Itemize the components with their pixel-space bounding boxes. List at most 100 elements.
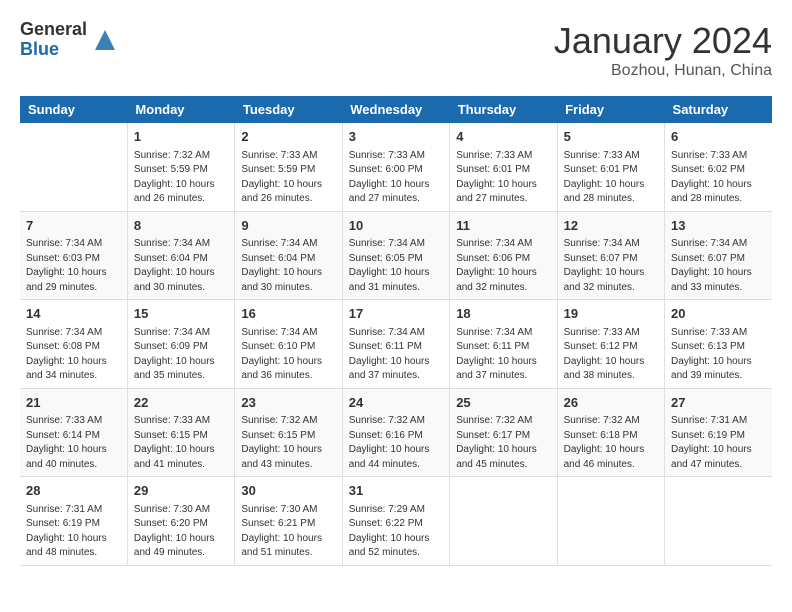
calendar-cell: 22Sunrise: 7:33 AM Sunset: 6:15 PM Dayli… (127, 388, 234, 477)
cell-content: Sunrise: 7:29 AM Sunset: 6:22 PM Dayligh… (349, 503, 443, 561)
day-number: 4 (456, 127, 550, 147)
calendar-cell: 5Sunrise: 7:33 AM Sunset: 6:01 PM Daylig… (557, 123, 664, 211)
calendar-cell (450, 477, 557, 566)
cell-content: Sunrise: 7:31 AM Sunset: 6:19 PM Dayligh… (26, 503, 121, 561)
calendar-cell: 14Sunrise: 7:34 AM Sunset: 6:08 PM Dayli… (20, 300, 127, 389)
day-number: 1 (134, 127, 228, 147)
day-of-week-header: Sunday (20, 96, 127, 123)
calendar-cell: 31Sunrise: 7:29 AM Sunset: 6:22 PM Dayli… (342, 477, 449, 566)
day-number: 29 (134, 481, 228, 501)
calendar-header-row: SundayMondayTuesdayWednesdayThursdayFrid… (20, 96, 772, 123)
day-number: 23 (241, 393, 335, 413)
calendar-cell: 10Sunrise: 7:34 AM Sunset: 6:05 PM Dayli… (342, 211, 449, 300)
calendar-cell: 29Sunrise: 7:30 AM Sunset: 6:20 PM Dayli… (127, 477, 234, 566)
cell-content: Sunrise: 7:34 AM Sunset: 6:04 PM Dayligh… (241, 237, 335, 295)
cell-content: Sunrise: 7:34 AM Sunset: 6:07 PM Dayligh… (671, 237, 766, 295)
calendar-cell: 24Sunrise: 7:32 AM Sunset: 6:16 PM Dayli… (342, 388, 449, 477)
day-of-week-header: Monday (127, 96, 234, 123)
title-block: January 2024 Bozhou, Hunan, China (554, 20, 772, 80)
cell-content: Sunrise: 7:34 AM Sunset: 6:11 PM Dayligh… (456, 326, 550, 384)
day-of-week-header: Friday (557, 96, 664, 123)
calendar-cell: 27Sunrise: 7:31 AM Sunset: 6:19 PM Dayli… (665, 388, 772, 477)
cell-content: Sunrise: 7:30 AM Sunset: 6:21 PM Dayligh… (241, 503, 335, 561)
calendar-cell: 6Sunrise: 7:33 AM Sunset: 6:02 PM Daylig… (665, 123, 772, 211)
calendar-cell: 8Sunrise: 7:34 AM Sunset: 6:04 PM Daylig… (127, 211, 234, 300)
calendar-cell: 15Sunrise: 7:34 AM Sunset: 6:09 PM Dayli… (127, 300, 234, 389)
cell-content: Sunrise: 7:34 AM Sunset: 6:03 PM Dayligh… (26, 237, 121, 295)
calendar-table: SundayMondayTuesdayWednesdayThursdayFrid… (20, 96, 772, 566)
logo-general-text: General (20, 20, 87, 40)
calendar-cell: 11Sunrise: 7:34 AM Sunset: 6:06 PM Dayli… (450, 211, 557, 300)
cell-content: Sunrise: 7:31 AM Sunset: 6:19 PM Dayligh… (671, 414, 766, 472)
location-subtitle: Bozhou, Hunan, China (554, 62, 772, 80)
calendar-cell: 16Sunrise: 7:34 AM Sunset: 6:10 PM Dayli… (235, 300, 342, 389)
day-number: 27 (671, 393, 766, 413)
day-number: 13 (671, 216, 766, 236)
day-number: 10 (349, 216, 443, 236)
cell-content: Sunrise: 7:30 AM Sunset: 6:20 PM Dayligh… (134, 503, 228, 561)
calendar-cell: 21Sunrise: 7:33 AM Sunset: 6:14 PM Dayli… (20, 388, 127, 477)
day-number: 24 (349, 393, 443, 413)
cell-content: Sunrise: 7:32 AM Sunset: 6:18 PM Dayligh… (564, 414, 658, 472)
cell-content: Sunrise: 7:34 AM Sunset: 6:05 PM Dayligh… (349, 237, 443, 295)
day-number: 3 (349, 127, 443, 147)
day-number: 8 (134, 216, 228, 236)
cell-content: Sunrise: 7:34 AM Sunset: 6:06 PM Dayligh… (456, 237, 550, 295)
cell-content: Sunrise: 7:32 AM Sunset: 5:59 PM Dayligh… (134, 149, 228, 207)
calendar-cell (20, 123, 127, 211)
calendar-week-row: 1Sunrise: 7:32 AM Sunset: 5:59 PM Daylig… (20, 123, 772, 211)
cell-content: Sunrise: 7:34 AM Sunset: 6:11 PM Dayligh… (349, 326, 443, 384)
cell-content: Sunrise: 7:33 AM Sunset: 6:01 PM Dayligh… (564, 149, 658, 207)
cell-content: Sunrise: 7:34 AM Sunset: 6:09 PM Dayligh… (134, 326, 228, 384)
day-of-week-header: Thursday (450, 96, 557, 123)
cell-content: Sunrise: 7:33 AM Sunset: 6:13 PM Dayligh… (671, 326, 766, 384)
calendar-cell: 25Sunrise: 7:32 AM Sunset: 6:17 PM Dayli… (450, 388, 557, 477)
cell-content: Sunrise: 7:34 AM Sunset: 6:04 PM Dayligh… (134, 237, 228, 295)
calendar-cell: 2Sunrise: 7:33 AM Sunset: 5:59 PM Daylig… (235, 123, 342, 211)
day-number: 6 (671, 127, 766, 147)
day-number: 17 (349, 304, 443, 324)
day-number: 31 (349, 481, 443, 501)
cell-content: Sunrise: 7:32 AM Sunset: 6:16 PM Dayligh… (349, 414, 443, 472)
day-number: 19 (564, 304, 658, 324)
calendar-cell (665, 477, 772, 566)
day-of-week-header: Tuesday (235, 96, 342, 123)
calendar-cell: 17Sunrise: 7:34 AM Sunset: 6:11 PM Dayli… (342, 300, 449, 389)
logo-blue-text: Blue (20, 40, 87, 60)
day-of-week-header: Saturday (665, 96, 772, 123)
day-number: 5 (564, 127, 658, 147)
day-number: 16 (241, 304, 335, 324)
page-header: General Blue January 2024 Bozhou, Hunan,… (20, 20, 772, 80)
calendar-cell (557, 477, 664, 566)
day-number: 22 (134, 393, 228, 413)
day-number: 11 (456, 216, 550, 236)
cell-content: Sunrise: 7:33 AM Sunset: 6:00 PM Dayligh… (349, 149, 443, 207)
calendar-cell: 12Sunrise: 7:34 AM Sunset: 6:07 PM Dayli… (557, 211, 664, 300)
cell-content: Sunrise: 7:33 AM Sunset: 6:12 PM Dayligh… (564, 326, 658, 384)
day-number: 14 (26, 304, 121, 324)
logo: General Blue (20, 20, 119, 60)
calendar-week-row: 21Sunrise: 7:33 AM Sunset: 6:14 PM Dayli… (20, 388, 772, 477)
calendar-cell: 28Sunrise: 7:31 AM Sunset: 6:19 PM Dayli… (20, 477, 127, 566)
calendar-cell: 9Sunrise: 7:34 AM Sunset: 6:04 PM Daylig… (235, 211, 342, 300)
calendar-cell: 18Sunrise: 7:34 AM Sunset: 6:11 PM Dayli… (450, 300, 557, 389)
day-number: 7 (26, 216, 121, 236)
cell-content: Sunrise: 7:34 AM Sunset: 6:10 PM Dayligh… (241, 326, 335, 384)
day-number: 9 (241, 216, 335, 236)
day-number: 26 (564, 393, 658, 413)
cell-content: Sunrise: 7:33 AM Sunset: 5:59 PM Dayligh… (241, 149, 335, 207)
day-number: 25 (456, 393, 550, 413)
calendar-week-row: 7Sunrise: 7:34 AM Sunset: 6:03 PM Daylig… (20, 211, 772, 300)
cell-content: Sunrise: 7:33 AM Sunset: 6:01 PM Dayligh… (456, 149, 550, 207)
calendar-cell: 3Sunrise: 7:33 AM Sunset: 6:00 PM Daylig… (342, 123, 449, 211)
day-number: 28 (26, 481, 121, 501)
logo-icon (91, 26, 119, 54)
calendar-cell: 1Sunrise: 7:32 AM Sunset: 5:59 PM Daylig… (127, 123, 234, 211)
calendar-cell: 13Sunrise: 7:34 AM Sunset: 6:07 PM Dayli… (665, 211, 772, 300)
calendar-cell: 7Sunrise: 7:34 AM Sunset: 6:03 PM Daylig… (20, 211, 127, 300)
calendar-cell: 20Sunrise: 7:33 AM Sunset: 6:13 PM Dayli… (665, 300, 772, 389)
day-number: 30 (241, 481, 335, 501)
day-number: 2 (241, 127, 335, 147)
day-of-week-header: Wednesday (342, 96, 449, 123)
month-year-title: January 2024 (554, 20, 772, 62)
